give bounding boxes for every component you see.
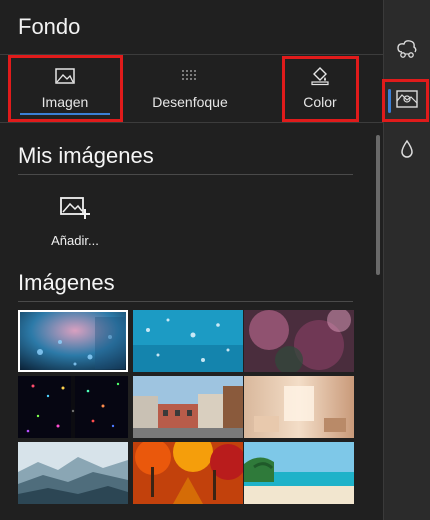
active-tab-indicator <box>20 113 110 115</box>
thumbnail-colorful-dots-tunnel[interactable] <box>18 376 128 438</box>
add-image-button[interactable]: Añadir... <box>40 195 110 255</box>
tab-desenfoque[interactable]: Desenfoque <box>135 55 245 121</box>
thumbnail-tropical-beach[interactable] <box>244 442 354 504</box>
section-divider <box>18 174 353 175</box>
background-image-icon <box>396 89 418 113</box>
thumbnail-european-street[interactable] <box>133 376 243 438</box>
tab-color[interactable]: Color <box>282 55 358 121</box>
section-divider <box>18 301 353 302</box>
rail-cutout-button[interactable] <box>384 30 430 72</box>
drop-icon <box>399 139 415 163</box>
cutout-icon <box>396 38 418 64</box>
divider <box>0 122 383 123</box>
thumbnail-pink-bokeh[interactable] <box>244 310 354 372</box>
tab-bar: Imagen Desenfoque Color <box>0 55 383 121</box>
blur-dots-icon <box>180 66 200 86</box>
background-panel: Fondo Imagen Desenfoque Color Mis imágen… <box>0 0 383 520</box>
thumbnail-rain-glass-bokeh[interactable] <box>18 310 128 372</box>
images-title: Imágenes <box>18 270 115 295</box>
add-image-label: Añadir... <box>51 233 99 248</box>
tab-label: Color <box>303 94 337 110</box>
thumbnail-autumn-forest[interactable] <box>133 442 243 504</box>
tab-label: Desenfoque <box>152 94 228 110</box>
thumbnail-misty-mountains[interactable] <box>18 442 128 504</box>
thumbnail-blue-water-drops[interactable] <box>133 310 243 372</box>
thumbnail-warm-interior[interactable] <box>244 376 354 438</box>
side-rail <box>382 0 430 520</box>
paint-bucket-icon <box>310 66 330 86</box>
add-image-icon <box>59 195 91 225</box>
scrollbar[interactable] <box>376 135 380 275</box>
rail-color-drop-button[interactable] <box>384 130 430 172</box>
rail-background-button[interactable] <box>384 80 430 122</box>
panel-title: Fondo <box>18 14 81 39</box>
tab-label: Imagen <box>41 94 89 110</box>
image-icon <box>55 66 75 86</box>
my-images-title: Mis imágenes <box>18 143 154 168</box>
tab-imagen[interactable]: Imagen <box>12 55 118 121</box>
